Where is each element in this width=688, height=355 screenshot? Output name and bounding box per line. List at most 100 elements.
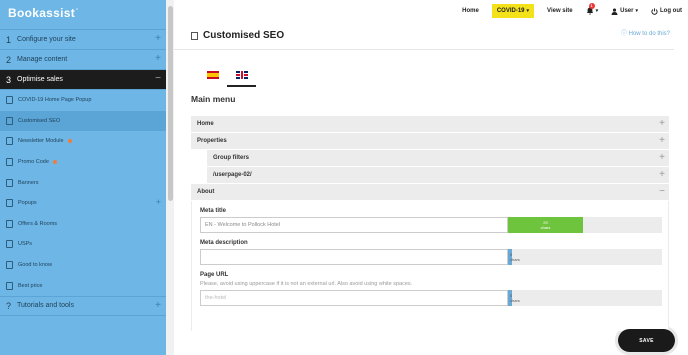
sidebar: Bookassist° 1 Configure your site + 2 Ma… xyxy=(0,0,166,355)
meta-description-field: 0 chars xyxy=(200,249,662,265)
tab-language-en[interactable] xyxy=(227,64,256,87)
tree-row-userpage[interactable]: /userpage-02/ + xyxy=(207,167,669,184)
sidebar-item-label: Popups xyxy=(18,200,37,207)
bell-icon: 1 xyxy=(586,3,595,15)
tab-language-es[interactable] xyxy=(198,64,227,87)
nav-view-site-link[interactable]: View site xyxy=(547,8,573,14)
sidebar-item-offers-rooms[interactable]: Offers & Rooms xyxy=(0,214,166,235)
sidebar-item-label: Customised SEO xyxy=(18,117,61,124)
banner-icon xyxy=(6,178,13,187)
tree-row-about[interactable]: About − xyxy=(191,184,669,201)
page-icon xyxy=(6,116,13,125)
expand-icon[interactable]: + xyxy=(659,119,665,129)
page-title: Customised SEO xyxy=(203,30,285,41)
how-to-link[interactable]: ⓘ How to do this? xyxy=(621,28,670,37)
chevron-down-icon: ▾ xyxy=(526,8,530,14)
expand-icon[interactable]: + xyxy=(156,197,161,207)
mail-icon xyxy=(6,137,13,146)
sidebar-item-label: Good to know xyxy=(18,262,52,269)
list-icon xyxy=(6,240,13,249)
sidebar-item-label: COVID-19 Home Page Popup xyxy=(18,97,92,104)
brand-name: Bookassist xyxy=(8,6,76,20)
row-label: About xyxy=(197,189,215,195)
sidebar-item-good-to-know[interactable]: Good to know xyxy=(0,255,166,276)
section-label: Configure your site xyxy=(17,36,76,43)
page-url-char-counter: 0 chars xyxy=(508,290,520,306)
page-icon xyxy=(6,96,13,105)
sidebar-item-label: Offers & Rooms xyxy=(18,220,58,227)
notification-count-badge: 1 xyxy=(588,3,595,9)
notifications-button[interactable]: 1 ▾ xyxy=(586,3,599,15)
sidebar-item-customised-seo[interactable]: Customised SEO xyxy=(0,110,166,132)
sidebar-item-popups[interactable]: Popups + xyxy=(0,193,166,214)
user-icon xyxy=(611,8,618,15)
expand-icon[interactable]: + xyxy=(155,34,161,44)
tree-row-home[interactable]: Home + xyxy=(191,116,669,133)
section-label: Tutorials and tools xyxy=(17,302,74,310)
collapse-icon[interactable]: − xyxy=(155,74,161,84)
power-icon xyxy=(651,7,658,15)
meta-title-field: EN - Welcome to Pollock Hotel 29 chars xyxy=(200,217,662,233)
sidebar-item-banners[interactable]: Banners xyxy=(0,172,166,193)
meta-title-label: Meta title xyxy=(200,208,227,214)
row-label: /userpage-02/ xyxy=(213,172,252,178)
seo-tree: Home + Properties + Group filters + /use… xyxy=(191,116,669,331)
char-count: 0 chars xyxy=(510,293,520,303)
expand-icon[interactable]: + xyxy=(659,170,665,180)
page-url-input[interactable]: the-hotel xyxy=(200,290,508,306)
sidebar-item-promo-code[interactable]: Promo Code xyxy=(0,152,166,173)
section-number: 2 xyxy=(6,54,12,65)
sidebar-section-configure[interactable]: 1 Configure your site + xyxy=(0,30,166,50)
sidebar-item-label: Best price xyxy=(18,282,43,289)
sidebar-item-usps[interactable]: USPs xyxy=(0,234,166,255)
section-number: 1 xyxy=(6,34,12,45)
section-label: Manage content xyxy=(17,56,68,63)
how-to-label: How to do this? xyxy=(628,31,670,37)
new-badge-dot xyxy=(67,139,72,144)
user-menu[interactable]: User ▾ xyxy=(611,8,638,15)
sidebar-section-manage-content[interactable]: 2 Manage content + xyxy=(0,50,166,70)
sidebar-item-label: Promo Code xyxy=(18,159,49,166)
expand-icon[interactable]: + xyxy=(659,153,665,163)
sidebar-item-covid-popup[interactable]: COVID-19 Home Page Popup xyxy=(0,90,166,111)
expand-icon[interactable]: + xyxy=(155,54,161,64)
collapse-icon[interactable]: − xyxy=(659,187,665,197)
top-navigation: Home COVID-19 ▾ View site 1 ▾ User ▾ Log… xyxy=(174,0,688,22)
save-button[interactable]: SAVE xyxy=(615,326,678,355)
sidebar-section-optimise-sales[interactable]: 3 Optimise sales − xyxy=(0,70,166,90)
nav-covid-dropdown[interactable]: COVID-19 ▾ xyxy=(491,4,535,18)
meta-description-label: Meta description xyxy=(200,240,248,246)
meta-title-input[interactable]: EN - Welcome to Pollock Hotel xyxy=(200,217,508,233)
offers-icon xyxy=(6,219,13,228)
char-count: 0 chars xyxy=(510,252,520,262)
logout-label: Log out xyxy=(660,8,682,14)
logout-link[interactable]: Log out xyxy=(651,7,682,15)
brand-mark: ° xyxy=(76,8,79,14)
char-unit: chars xyxy=(540,225,551,230)
meta-title-char-counter: 29 chars xyxy=(508,217,583,233)
tree-row-group-filters[interactable]: Group filters + xyxy=(207,150,669,167)
expand-icon[interactable]: + xyxy=(659,136,665,146)
chevron-down-icon: ▾ xyxy=(635,8,638,14)
chevron-down-icon: ▾ xyxy=(595,8,599,14)
question-circle-icon: ⓘ xyxy=(620,31,627,37)
brand-logo[interactable]: Bookassist° xyxy=(0,0,166,29)
meta-description-input[interactable] xyxy=(200,249,508,265)
spain-flag-icon xyxy=(206,70,219,79)
info-icon xyxy=(6,261,13,270)
page-url-field: the-hotel 0 chars xyxy=(200,290,662,306)
tree-row-properties[interactable]: Properties + xyxy=(191,133,669,150)
scrollbar-thumb[interactable] xyxy=(167,6,173,201)
page-url-label: Page URL xyxy=(200,272,229,278)
tag-icon xyxy=(6,158,13,167)
sidebar-item-newsletter[interactable]: Newsletter Module xyxy=(0,131,166,152)
sidebar-section-tutorials[interactable]: ? Tutorials and tools + xyxy=(0,295,166,316)
expand-icon[interactable]: + xyxy=(155,300,161,311)
row-label: Group filters xyxy=(213,155,250,161)
row-label: Home xyxy=(197,121,214,127)
section-title: Main menu xyxy=(191,94,236,104)
sidebar-item-best-price[interactable]: Best price xyxy=(0,275,166,296)
nav-home-link[interactable]: Home xyxy=(462,8,479,14)
price-tag-icon xyxy=(6,281,13,290)
nav-covid-label: COVID-19 xyxy=(496,8,525,14)
